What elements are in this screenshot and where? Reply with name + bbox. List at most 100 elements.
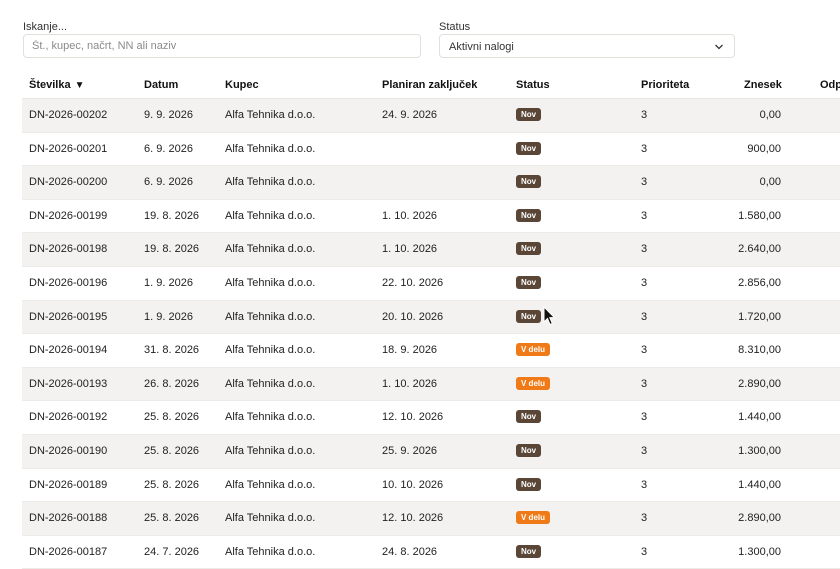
cell-kupec: Alfa Tehnika d.o.o. bbox=[225, 377, 316, 390]
table-row[interactable]: DN-2026-00190 25. 8. 2026 Alfa Tehnika d.o… bbox=[22, 434, 840, 469]
cell-prioriteta: 3 bbox=[641, 344, 648, 357]
status-select[interactable]: Aktivni nalogi bbox=[439, 34, 735, 58]
cell-datum: 19. 8. 2026 bbox=[144, 243, 200, 256]
search-input[interactable] bbox=[24, 35, 420, 57]
cell-planiran: 1. 10. 2026 bbox=[382, 377, 438, 390]
status-badge: Nov bbox=[516, 443, 542, 457]
cell-znesek: 2.890,00 bbox=[738, 512, 781, 525]
cell-prioriteta: 3 bbox=[641, 142, 648, 155]
table-row[interactable]: DN-2026-00201 6. 9. 2026 Alfa Tehnika d.o.… bbox=[22, 133, 840, 167]
cell-stevilka: DN-2026-00202 bbox=[29, 109, 108, 121]
cell-planiran: 10. 10. 2026 bbox=[382, 478, 444, 491]
cell-datum: 25. 8. 2026 bbox=[144, 444, 200, 457]
cell-planiran: 25. 9. 2026 bbox=[382, 444, 438, 457]
cell-znesek: 1.300,00 bbox=[738, 444, 781, 457]
search-label: Iskanje... bbox=[23, 21, 68, 33]
table-row[interactable]: DN-2026-00198 19. 8. 2026 Alfa Tehnika d.o… bbox=[22, 233, 840, 267]
table-row[interactable]: DN-2026-00199 19. 8. 2026 Alfa Tehnika d.o… bbox=[22, 200, 840, 234]
cell-planiran: 24. 9. 2026 bbox=[382, 109, 438, 121]
cell-stevilka: DN-2026-00193 bbox=[29, 377, 108, 390]
table-row[interactable]: DN-2026-00200 6. 9. 2026 Alfa Tehnika d.o.… bbox=[22, 166, 840, 200]
col-header-znesek[interactable]: Znesek bbox=[744, 79, 782, 91]
col-header-prioriteta[interactable]: Prioriteta bbox=[641, 79, 689, 91]
cell-znesek: 1.580,00 bbox=[738, 209, 781, 222]
table-row[interactable]: DN-2026-00193 26. 8. 2026 Alfa Tehnika d.o… bbox=[22, 367, 840, 402]
cell-znesek: 1.440,00 bbox=[738, 411, 781, 424]
cell-datum: 26. 8. 2026 bbox=[144, 377, 200, 390]
table-row[interactable]: DN-2026-00187 24. 7. 2026 Alfa Tehnika d.o… bbox=[22, 536, 840, 569]
col-header-status[interactable]: Status bbox=[516, 79, 550, 91]
chevron-down-icon bbox=[715, 44, 723, 50]
cell-datum: 24. 7. 2026 bbox=[144, 545, 200, 558]
status-badge: Nov bbox=[516, 141, 542, 155]
table-row[interactable]: DN-2026-00188 25. 8. 2026 Alfa Tehnika d.o… bbox=[22, 502, 840, 536]
table-row[interactable]: DN-2026-00196 1. 9. 2026 Alfa Tehnika d.o.… bbox=[22, 267, 840, 301]
cell-stevilka: DN-2026-00199 bbox=[29, 209, 108, 222]
table-row[interactable]: DN-2026-00194 31. 8. 2026 Alfa Tehnika d.o… bbox=[22, 334, 840, 368]
status-badge: V delu bbox=[516, 343, 551, 357]
status-badge: Nov bbox=[516, 108, 542, 121]
cell-kupec: Alfa Tehnika d.o.o. bbox=[225, 444, 316, 457]
cell-znesek: 8.310,00 bbox=[738, 344, 781, 357]
cell-prioriteta: 3 bbox=[641, 444, 648, 457]
status-badge: Nov bbox=[516, 544, 542, 558]
table-row[interactable]: DN-2026-00192 25. 8. 2026 Alfa Tehnika d.o… bbox=[22, 401, 840, 435]
search-field[interactable] bbox=[23, 34, 421, 58]
cell-prioriteta: 3 bbox=[641, 512, 648, 525]
filter-bar: Iskanje... Status Aktivni nalogi bbox=[0, 0, 840, 70]
cell-prioriteta: 3 bbox=[641, 276, 648, 289]
cell-znesek: 900,00 bbox=[747, 142, 781, 155]
status-badge: V delu bbox=[516, 511, 551, 525]
table-body: DN-2026-00202 9. 9. 2026 Alfa Tehnika d.o.… bbox=[22, 99, 840, 569]
col-header-odp[interactable]: Odp bbox=[820, 79, 840, 91]
table-row[interactable]: DN-2026-00195 1. 9. 2026 Alfa Tehnika d.o.… bbox=[22, 300, 840, 335]
table-row[interactable]: DN-2026-00202 9. 9. 2026 Alfa Tehnika d.o.… bbox=[22, 99, 840, 133]
status-badge: Nov bbox=[516, 208, 542, 222]
cell-kupec: Alfa Tehnika d.o.o. bbox=[225, 344, 316, 357]
cell-planiran: 12. 10. 2026 bbox=[382, 411, 444, 424]
col-header-stevilka[interactable]: Številka ▼ bbox=[29, 79, 85, 91]
cell-kupec: Alfa Tehnika d.o.o. bbox=[225, 276, 316, 289]
cell-datum: 25. 8. 2026 bbox=[144, 411, 200, 424]
cell-stevilka: DN-2026-00200 bbox=[29, 176, 108, 189]
col-header-kupec[interactable]: Kupec bbox=[225, 79, 259, 91]
cell-planiran: 12. 10. 2026 bbox=[382, 512, 444, 525]
cell-planiran: 1. 10. 2026 bbox=[382, 243, 438, 256]
cell-planiran: 22. 10. 2026 bbox=[382, 276, 444, 289]
cell-stevilka: DN-2026-00188 bbox=[29, 512, 108, 525]
cell-znesek: 2.640,00 bbox=[738, 243, 781, 256]
status-select-value: Aktivni nalogi bbox=[449, 41, 514, 53]
cell-znesek: 1.300,00 bbox=[738, 545, 781, 558]
cell-kupec: Alfa Tehnika d.o.o. bbox=[225, 411, 316, 424]
cell-kupec: Alfa Tehnika d.o.o. bbox=[225, 176, 316, 189]
cell-prioriteta: 3 bbox=[641, 243, 648, 256]
cell-kupec: Alfa Tehnika d.o.o. bbox=[225, 545, 316, 558]
cell-datum: 25. 8. 2026 bbox=[144, 478, 200, 491]
cell-planiran: 18. 9. 2026 bbox=[382, 344, 438, 357]
status-badge: Nov bbox=[516, 309, 542, 323]
cell-znesek: 2.890,00 bbox=[738, 377, 781, 390]
col-header-planiran[interactable]: Planiran zaključek bbox=[382, 79, 477, 91]
cell-kupec: Alfa Tehnika d.o.o. bbox=[225, 310, 316, 323]
cell-znesek: 1.440,00 bbox=[738, 478, 781, 491]
cell-prioriteta: 3 bbox=[641, 545, 648, 558]
cell-planiran: 24. 8. 2026 bbox=[382, 545, 438, 558]
cell-prioriteta: 3 bbox=[641, 377, 648, 390]
sort-desc-icon: ▼ bbox=[74, 80, 85, 91]
cell-planiran: 20. 10. 2026 bbox=[382, 310, 444, 323]
cell-stevilka: DN-2026-00190 bbox=[29, 444, 108, 457]
cell-prioriteta: 3 bbox=[641, 176, 648, 189]
cell-prioriteta: 3 bbox=[641, 209, 648, 222]
status-badge: Nov bbox=[516, 410, 542, 424]
cell-stevilka: DN-2026-00195 bbox=[29, 310, 108, 323]
cell-stevilka: DN-2026-00192 bbox=[29, 411, 108, 424]
table-row[interactable]: DN-2026-00189 25. 8. 2026 Alfa Tehnika d.o… bbox=[22, 469, 840, 503]
col-header-datum[interactable]: Datum bbox=[144, 79, 178, 91]
status-badge: V delu bbox=[516, 376, 551, 390]
cell-prioriteta: 3 bbox=[641, 411, 648, 424]
cell-datum: 25. 8. 2026 bbox=[144, 512, 200, 525]
cell-znesek: 2.856,00 bbox=[738, 276, 781, 289]
cell-znesek: 0,00 bbox=[759, 109, 781, 121]
status-badge: Nov bbox=[516, 275, 542, 289]
cell-kupec: Alfa Tehnika d.o.o. bbox=[225, 243, 316, 256]
